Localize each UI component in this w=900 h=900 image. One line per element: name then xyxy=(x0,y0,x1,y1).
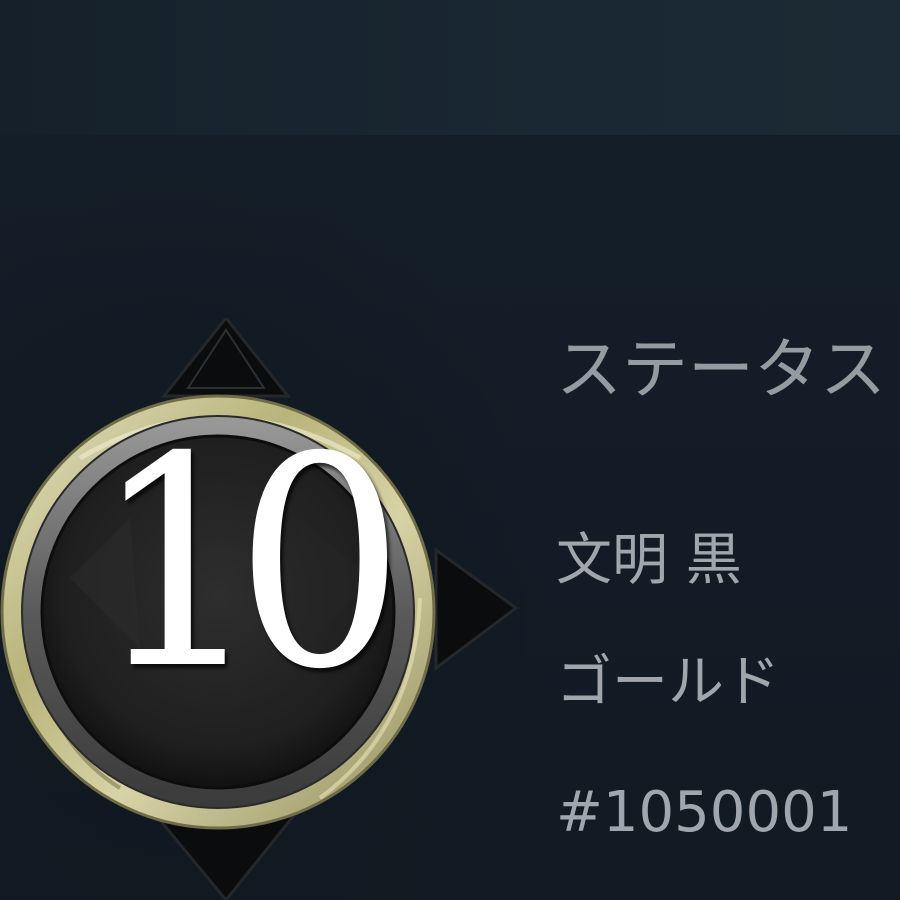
profile-screen: 10 ステータス 文明 黒 ゴールド #1050001 xyxy=(0,0,900,900)
level-number: 10 xyxy=(92,396,405,733)
status-title: ステータス xyxy=(556,331,886,408)
header-bar xyxy=(0,0,900,135)
player-rank: ゴールド xyxy=(556,650,780,715)
player-id: #1050001 xyxy=(556,780,853,845)
player-name: 文明 黒 xyxy=(556,528,742,593)
